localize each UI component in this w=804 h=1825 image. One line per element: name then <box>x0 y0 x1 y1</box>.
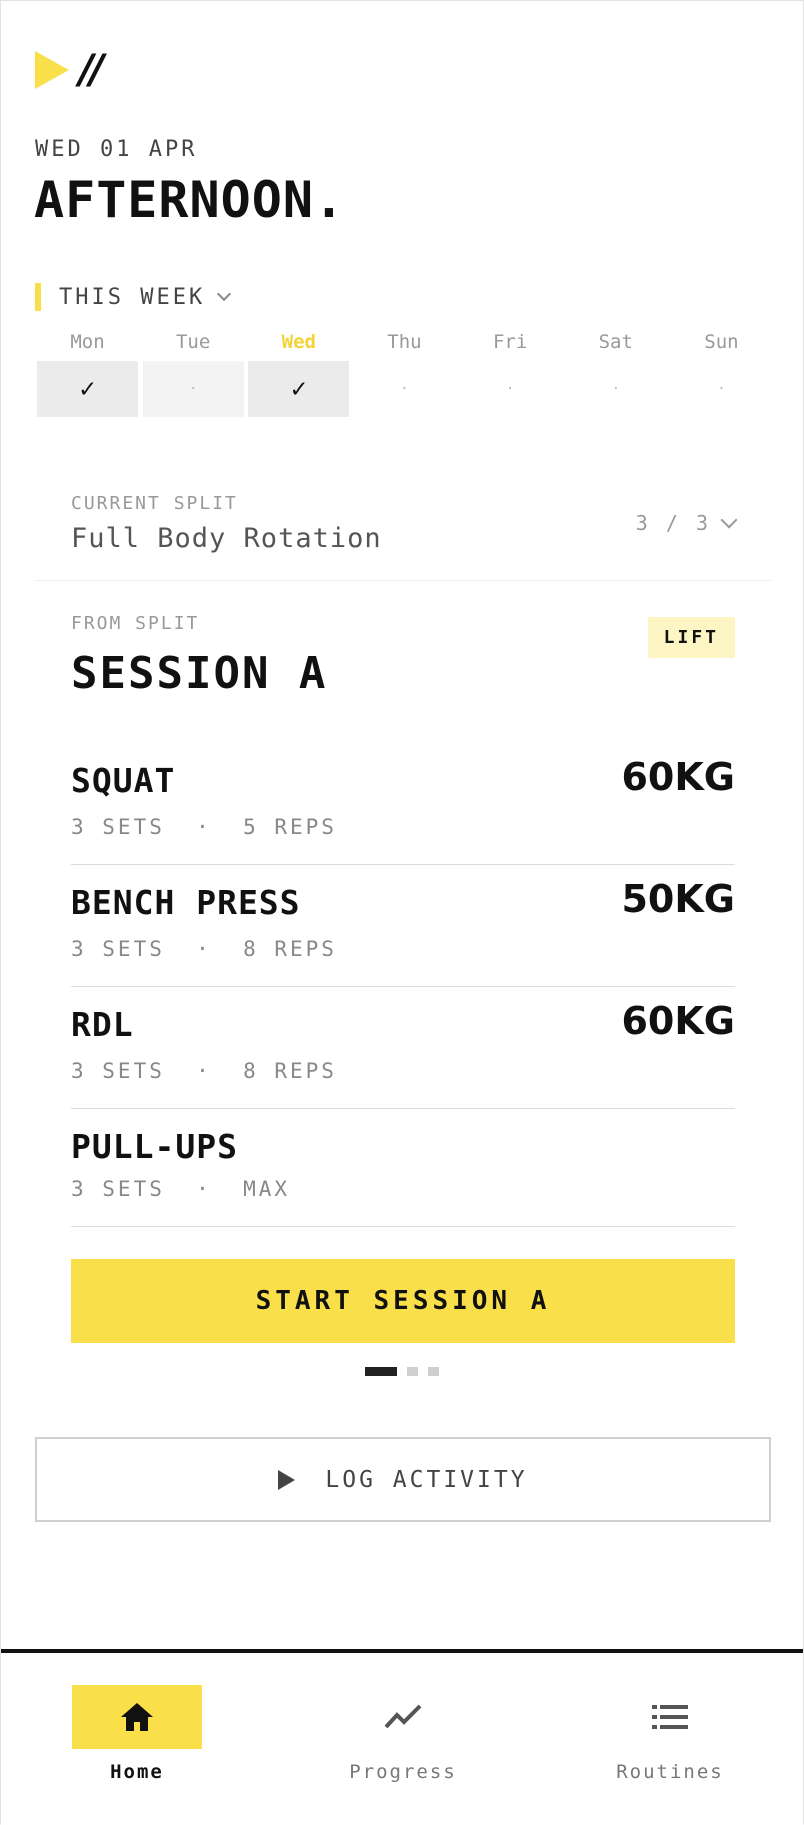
nav-routines[interactable]: Routines <box>605 1685 735 1783</box>
chevron-down-icon <box>720 511 738 529</box>
exercise-name: PULL-UPS <box>71 1127 238 1166</box>
split-count-text: 3 / 3 <box>635 511 711 535</box>
current-date: WED 01 APR <box>35 137 198 162</box>
nav-routines-icon-wrap <box>605 1685 735 1749</box>
split-caption: CURRENT SPLIT <box>71 493 238 514</box>
app-screen: // WED 01 APR AFTERNOON. THIS WEEK Mon ✓… <box>0 0 804 1825</box>
nav-home-label: Home <box>110 1761 164 1783</box>
exercise-row[interactable]: SQUAT 3 SETS · 5 REPS 60KG <box>71 755 735 865</box>
exercise-meta: 3 SETS · 5 REPS <box>71 815 337 839</box>
day-status: · <box>717 381 726 397</box>
start-session-button[interactable]: START SESSION A <box>71 1259 735 1343</box>
day-status: · <box>400 381 409 397</box>
home-icon <box>121 1703 153 1731</box>
app-logo: // <box>35 47 104 93</box>
nav-home[interactable]: Home <box>72 1685 202 1783</box>
day-name-today: Wed <box>281 331 316 353</box>
log-activity-label: LOG ACTIVITY <box>325 1466 528 1493</box>
exercise-meta: 3 SETS · 8 REPS <box>71 1059 337 1083</box>
exercise-weight: 50KG <box>621 877 735 921</box>
day-fri[interactable]: Fri · <box>460 331 561 417</box>
list-icon <box>652 1705 688 1729</box>
accent-bar <box>35 283 41 311</box>
logo-slashes-icon: // <box>79 47 104 93</box>
exercise-meta: 3 SETS · 8 REPS <box>71 937 337 961</box>
nav-home-icon-wrap <box>72 1685 202 1749</box>
day-sun[interactable]: Sun · <box>671 331 772 417</box>
session-type-badge: LIFT <box>647 617 735 658</box>
day-name: Fri <box>492 331 528 353</box>
this-week-label: THIS WEEK <box>59 284 206 310</box>
day-status: · <box>505 381 515 397</box>
log-activity-button[interactable]: LOG ACTIVITY <box>35 1437 771 1522</box>
play-icon <box>278 1469 296 1490</box>
bottom-nav: Home Progress Routines <box>1 1649 803 1825</box>
nav-progress-icon-wrap <box>338 1685 468 1749</box>
week-day-strip: Mon ✓ Tue · Wed ✓ Thu · Fri · Sat · Sun … <box>37 331 772 417</box>
exercise-name: SQUAT <box>71 761 176 800</box>
session-title: SESSION A <box>71 648 328 699</box>
play-logo-icon <box>35 51 69 89</box>
day-name: Mon <box>70 331 105 353</box>
pager-dot[interactable] <box>428 1367 439 1376</box>
trending-up-icon <box>384 1704 422 1729</box>
day-name: Sat <box>598 331 633 353</box>
day-status: · <box>142 361 244 417</box>
chevron-down-icon <box>217 286 232 302</box>
current-split-selector[interactable]: CURRENT SPLIT Full Body Rotation 3 / 3 <box>35 481 771 581</box>
greeting-title: AFTERNOON. <box>34 171 346 229</box>
day-name: Thu <box>387 331 422 353</box>
nav-progress[interactable]: Progress <box>338 1685 468 1783</box>
exercise-name: BENCH PRESS <box>71 883 301 922</box>
exercise-row[interactable]: BENCH PRESS 3 SETS · 8 REPS 50KG <box>71 877 735 987</box>
day-name: Tue <box>175 331 211 353</box>
exercise-row[interactable]: RDL 3 SETS · 8 REPS 60KG <box>71 999 735 1109</box>
day-tue[interactable]: Tue · <box>142 331 244 417</box>
day-status: ✓ <box>248 361 350 417</box>
exercise-row[interactable]: PULL-UPS 3 SETS · MAX <box>71 1127 735 1227</box>
pager-dot-active[interactable] <box>365 1367 397 1376</box>
session-pager <box>365 1367 439 1376</box>
exercise-weight: 60KG <box>621 999 735 1043</box>
pager-dot[interactable] <box>407 1367 418 1376</box>
nav-routines-label: Routines <box>616 1761 724 1783</box>
day-wed[interactable]: Wed ✓ <box>248 331 350 417</box>
day-thu[interactable]: Thu · <box>354 331 455 417</box>
exercise-weight: 60KG <box>621 755 735 799</box>
this-week-toggle[interactable]: THIS WEEK <box>35 283 232 311</box>
exercise-name: RDL <box>71 1005 134 1044</box>
day-status: · <box>611 381 620 397</box>
day-name: Sun <box>704 331 739 353</box>
nav-progress-label: Progress <box>349 1761 457 1783</box>
session-card-header: FROM SPLIT SESSION A LIFT <box>71 613 735 699</box>
split-count: 3 / 3 <box>635 511 738 535</box>
day-sat[interactable]: Sat · <box>565 331 666 417</box>
day-mon[interactable]: Mon ✓ <box>37 331 138 417</box>
exercise-meta: 3 SETS · MAX <box>71 1177 291 1201</box>
session-caption: FROM SPLIT <box>71 613 200 634</box>
split-name: Full Body Rotation <box>71 523 382 554</box>
day-status: ✓ <box>37 361 138 417</box>
